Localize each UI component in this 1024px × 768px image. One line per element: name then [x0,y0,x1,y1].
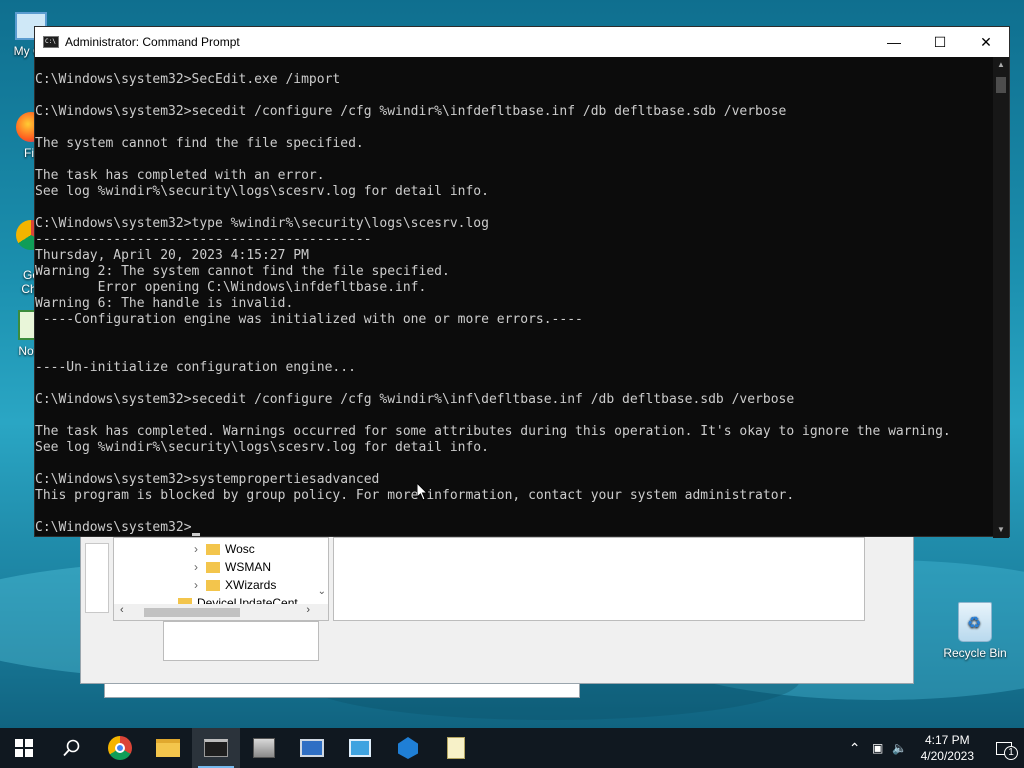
console-icon [43,36,59,48]
console-line: C:\Windows\system32>secedit /configure /… [35,104,787,119]
clock-time: 4:17 PM [924,733,970,747]
folder-icon [156,739,180,757]
taskbar[interactable]: ⌃ ▣ 🔈 4:17 PM 4/20/2023 1 [0,728,1024,768]
console-line: C:\Windows\system32>systempropertiesadva… [35,472,380,487]
console-icon [204,739,228,757]
console-line: The task has completed. Warnings occurre… [35,424,951,439]
command-prompt-window[interactable]: Administrator: Command Prompt — ☐ ✕ C:\W… [34,26,1010,538]
tree-item[interactable]: › Wosc [194,540,298,558]
clock[interactable]: 4:17 PM 4/20/2023 [921,732,974,764]
scroll-thumb[interactable] [144,608,240,617]
search-icon [63,739,80,757]
notification-button[interactable]: 1 [984,728,1024,768]
title-bar[interactable]: Administrator: Command Prompt — ☐ ✕ [35,27,1009,57]
network-icon [398,737,418,759]
system-tray[interactable]: ⌃ ▣ 🔈 4:17 PM 4/20/2023 1 [843,728,1024,768]
windows-logo-icon [15,739,33,757]
notification-count: 1 [1004,746,1018,760]
console-line: See log %windir%\security\logs\scesrv.lo… [35,184,489,199]
registry-editor-window[interactable]: › Wosc › WSMAN › XWizards DeviceUpdateCent … [80,536,914,684]
console-line: ----Un-initialize configuration engine..… [35,360,356,375]
taskbar-control-panel[interactable] [336,728,384,768]
tree-item[interactable]: › WSMAN [194,558,298,576]
console-line: C:\Windows\system32> [35,520,995,536]
console-line: See log %windir%\security\logs\scesrv.lo… [35,440,489,455]
text-cursor [191,533,200,536]
volume-icon[interactable]: 🔈 [889,741,911,755]
close-button[interactable]: ✕ [963,27,1009,57]
clock-date: 4/20/2023 [920,749,974,763]
control-panel-icon [349,739,371,757]
notepad-icon [447,737,465,759]
mouse-pointer-icon [417,483,429,501]
search-button[interactable] [48,728,96,768]
console-line: Warning 6: The handle is invalid. [35,296,294,311]
tree-view[interactable]: › Wosc › WSMAN › XWizards DeviceUpdateCent … [113,537,329,621]
console-line: ----------------------------------------… [35,232,372,247]
tree-item-label: DeviceUpdateCent [197,596,298,604]
taskbar-command-prompt[interactable] [192,728,240,768]
taskbar-server-manager[interactable] [240,728,288,768]
console-line: Warning 2: The system cannot find the fi… [35,264,450,279]
desktop-icon-recycle-bin[interactable]: ♻ Recycle Bin [940,602,1010,660]
network-icon[interactable]: ▣ [867,741,889,755]
console-line: C:\Windows\system32>secedit /configure /… [35,392,795,407]
start-button[interactable] [0,728,48,768]
vertical-scrollbar[interactable]: ▲ ▼ [993,57,1009,538]
console-line: C:\Windows\system32>SecEdit.exe /import [35,72,341,87]
scroll-left-icon[interactable]: ‹ [120,604,124,616]
tree-item[interactable]: › XWizards [194,576,298,594]
horizontal-scrollbar[interactable]: ‹ › [114,604,328,620]
tree-item-label: Wosc [225,542,255,556]
chrome-icon [108,736,132,760]
console-line: Error opening C:\Windows\infdefltbase.in… [35,280,427,295]
scroll-right-icon[interactable]: › [306,604,310,616]
chevron-up-icon[interactable]: ⌃ [843,740,867,757]
server-manager-icon [253,738,275,758]
tree-item-label: WSMAN [225,560,271,574]
taskbar-notepad[interactable] [432,728,480,768]
folder-icon [206,580,220,592]
maximize-button[interactable]: ☐ [917,27,963,57]
recycle-bin-icon: ♻ [958,602,992,642]
window-title: Administrator: Command Prompt [65,35,240,49]
console-line: Thursday, April 20, 2023 4:15:27 PM [35,248,309,263]
scroll-down-icon[interactable]: ⌄ [318,586,326,597]
taskbar-file-explorer[interactable] [144,728,192,768]
console-line: This program is blocked by group policy.… [35,488,795,503]
left-panel [85,543,109,613]
tree-item-label: XWizards [225,578,277,592]
tree-items: › Wosc › WSMAN › XWizards DeviceUpdateCent [178,540,298,604]
tree-item[interactable]: DeviceUpdateCent [178,594,298,604]
taskbar-chrome[interactable] [96,728,144,768]
lower-panel [163,621,319,661]
console-line: C:\Windows\system32>type %windir%\securi… [35,216,489,231]
values-pane[interactable] [333,537,865,621]
folder-icon [206,544,220,556]
minimize-button[interactable]: — [871,27,917,57]
console-line: The task has completed with an error. [35,168,325,183]
console-line: The system cannot find the file specifie… [35,136,364,151]
remote-desktop-icon [300,739,324,757]
desktop-icon-label: Recycle Bin [943,646,1007,660]
folder-icon [206,562,220,574]
scroll-down-icon[interactable]: ▼ [993,522,1009,538]
console-output[interactable]: C:\Windows\system32>SecEdit.exe /import C… [35,57,995,538]
scroll-up-icon[interactable]: ▲ [993,57,1009,73]
taskbar-hyper-v[interactable] [384,728,432,768]
scroll-thumb[interactable] [996,77,1006,93]
console-line: ----Configuration engine was initialized… [35,312,583,327]
taskbar-remote-desktop[interactable] [288,728,336,768]
